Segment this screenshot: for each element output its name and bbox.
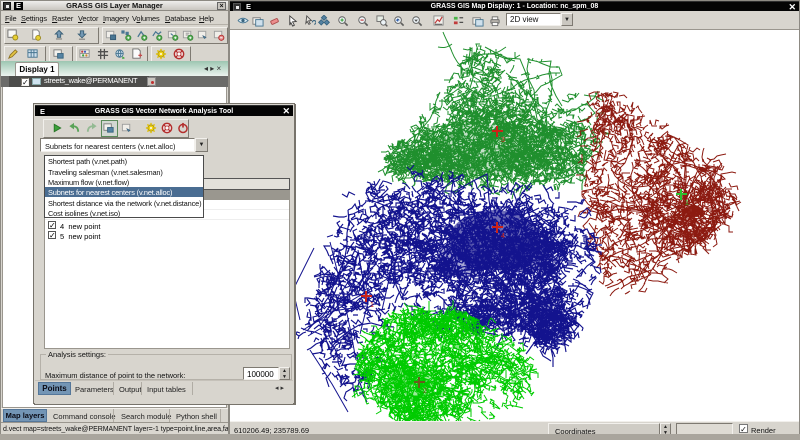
svg-text:1: 1 — [685, 200, 689, 207]
svg-text:2: 2 — [423, 388, 427, 395]
svg-text:1: 1 — [370, 302, 374, 309]
svg-text:4: 4 — [501, 233, 505, 240]
svg-text:3: 3 — [501, 137, 505, 144]
